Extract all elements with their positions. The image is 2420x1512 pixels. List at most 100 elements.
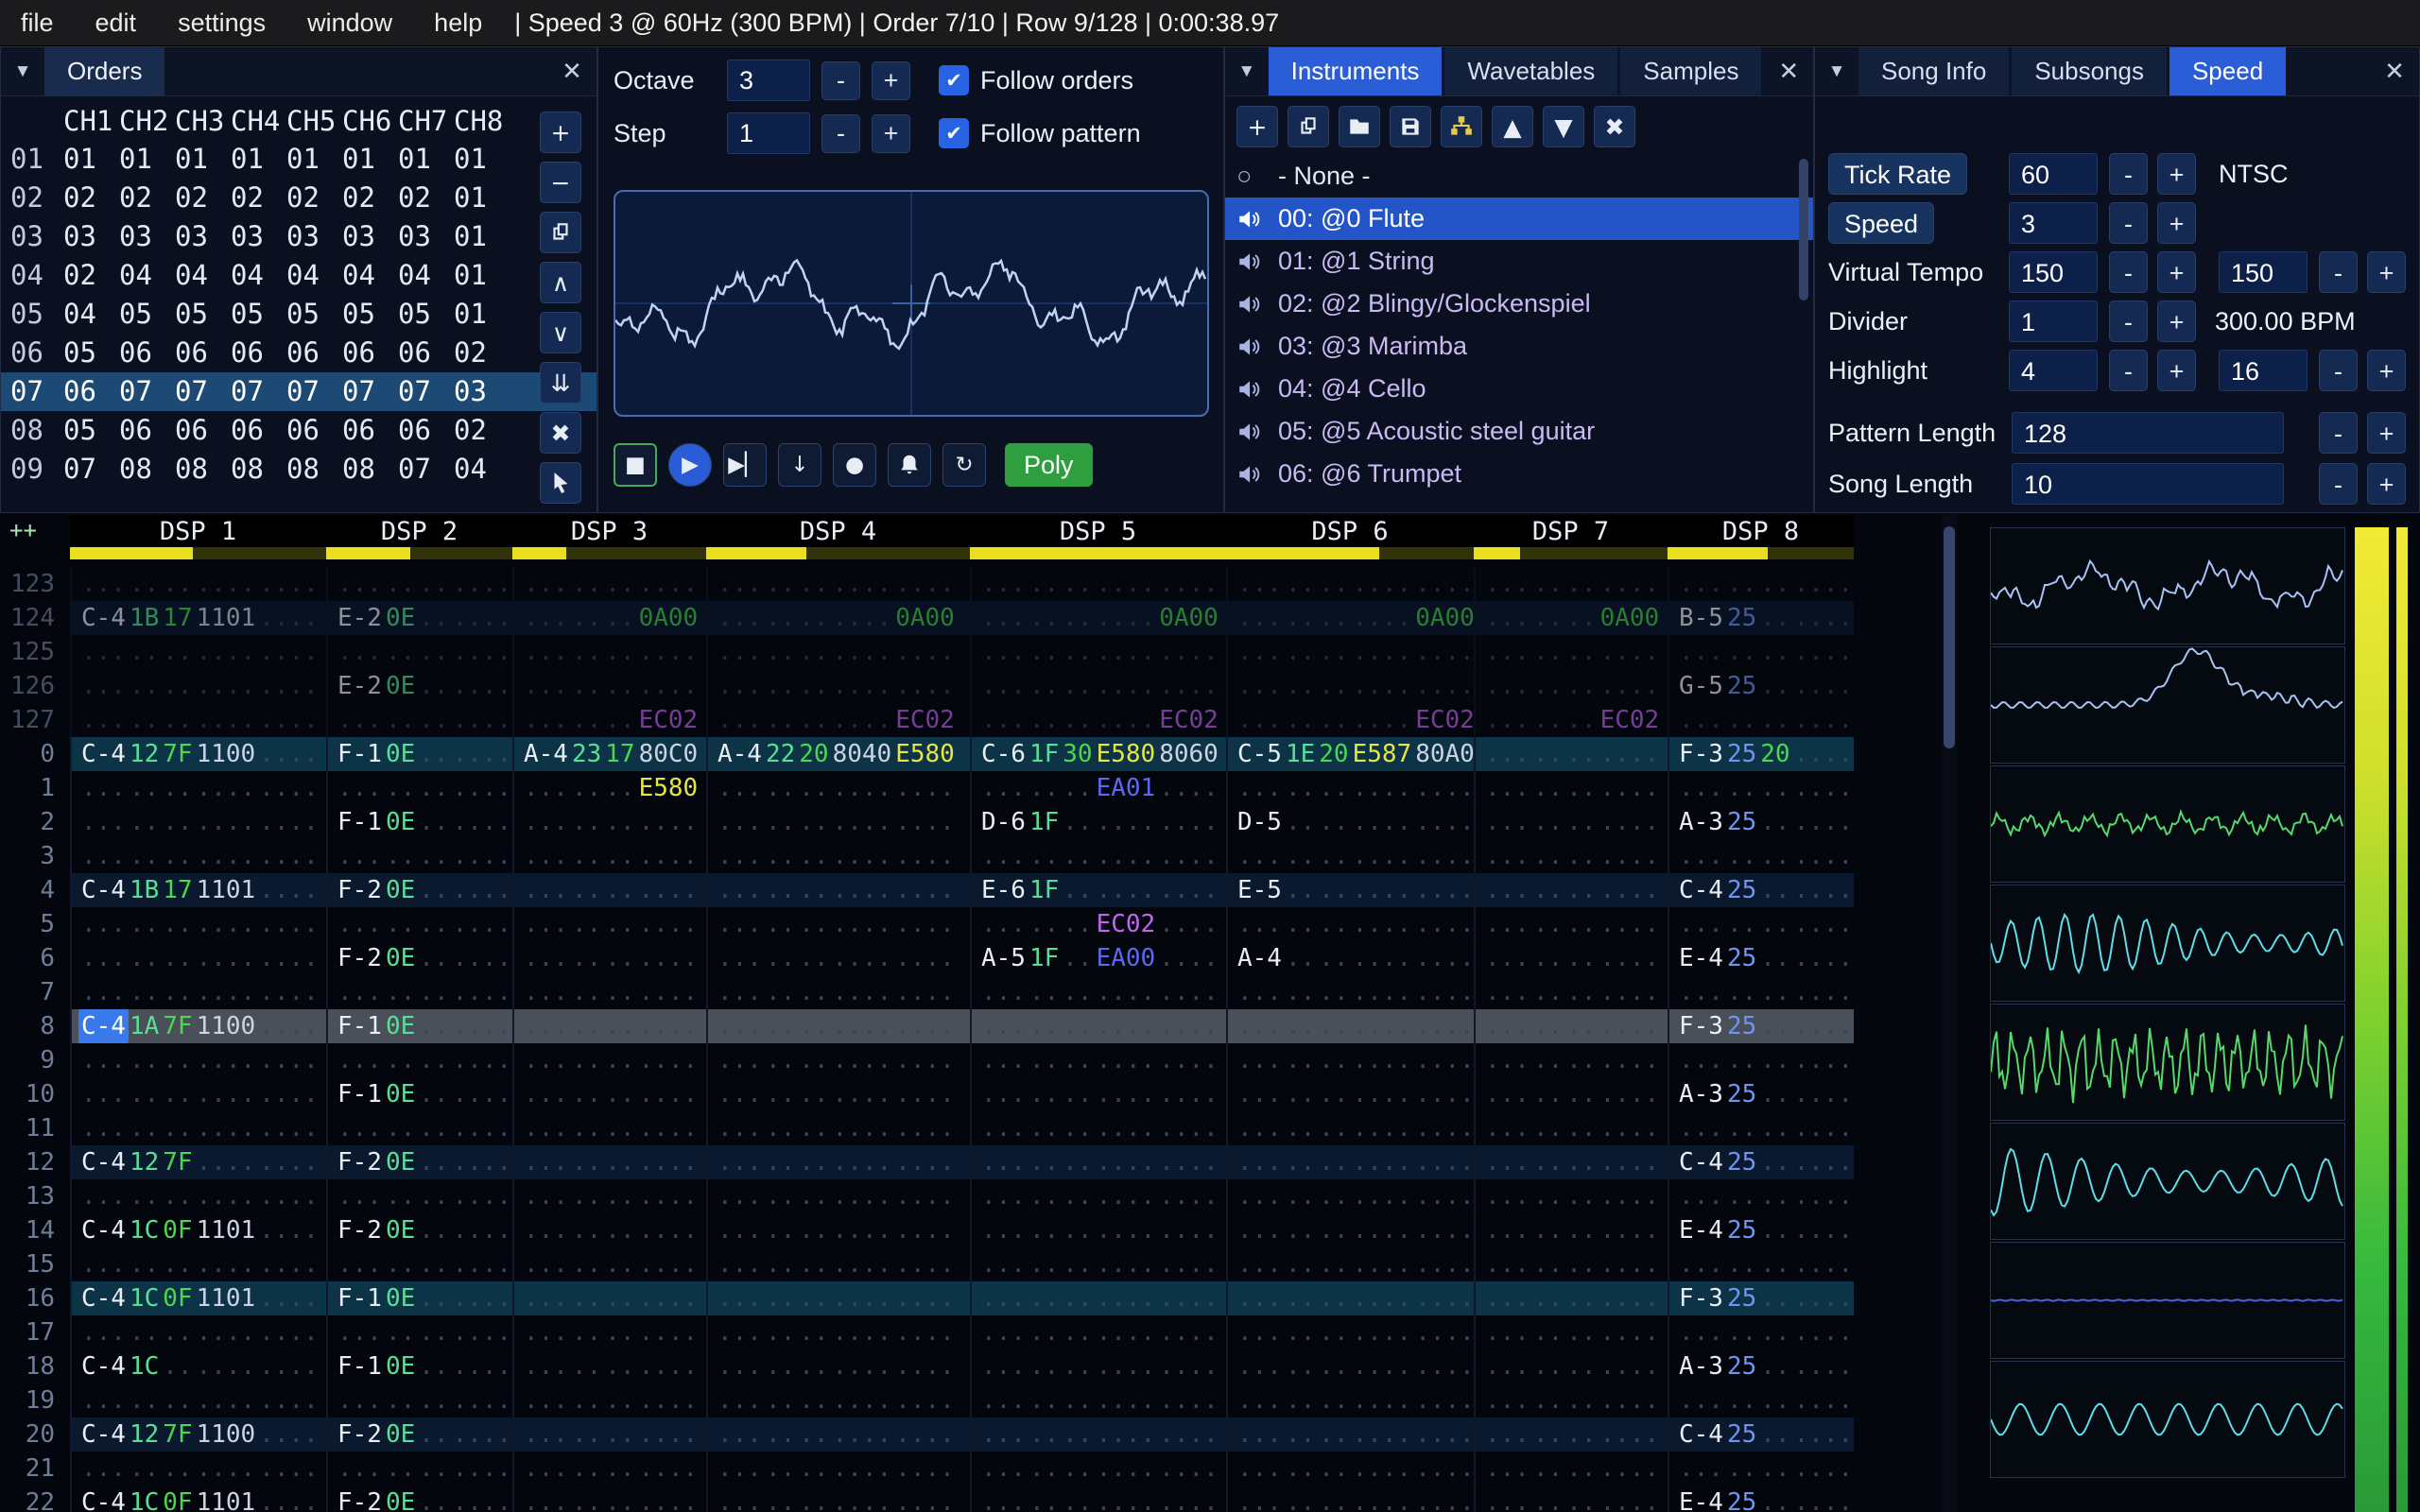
order-cell[interactable]: 02	[342, 179, 398, 217]
follow-pattern-checkbox[interactable]: ✔	[939, 118, 969, 148]
pattern-scrollbar[interactable]	[1942, 515, 1957, 1512]
pattern-cell[interactable]: ...............	[970, 1009, 1226, 1043]
pattern-cell[interactable]: ...........	[1474, 1145, 1668, 1179]
pattern-cell[interactable]: ...............	[970, 1247, 1226, 1281]
pattern-cell[interactable]: ...........	[1474, 1111, 1668, 1145]
pattern-cell[interactable]: E-6 1F..........	[970, 873, 1226, 907]
order-cell[interactable]: 08	[175, 450, 231, 489]
pattern-cell[interactable]: A-4 22 20 8040 E580	[706, 737, 970, 771]
step-increase-button[interactable]: +	[872, 113, 910, 153]
tab-wavetables[interactable]: Wavetables	[1444, 47, 1618, 95]
order-cell[interactable]: 07	[286, 372, 342, 411]
pattern-cell[interactable]: ...........	[512, 1349, 706, 1383]
pattern-cell[interactable]: F-1 0E......	[326, 737, 512, 771]
pattern-cell[interactable]: ........... EC02	[706, 703, 970, 737]
pattern-cell[interactable]: ...........	[326, 703, 512, 737]
move-order-up-button[interactable]: ∧	[540, 262, 581, 303]
menu-settings[interactable]: settings	[157, 0, 286, 46]
pattern-cell[interactable]: ...............	[1226, 1009, 1474, 1043]
pattern-cell[interactable]: ...........	[1668, 975, 1854, 1009]
pattern-cell[interactable]: ...............	[1226, 1281, 1474, 1315]
stop-button[interactable]: ■	[614, 443, 657, 487]
order-cell[interactable]: 08	[286, 450, 342, 489]
pattern-cell[interactable]: ...............	[706, 771, 970, 805]
pattern-cell[interactable]: F-1 0E......	[326, 1009, 512, 1043]
pattern-cell[interactable]: A-3 25......	[1668, 805, 1854, 839]
virtual-tempo-den-decrease-button[interactable]: -	[2319, 251, 2358, 293]
pattern-cell[interactable]: ...........	[1668, 907, 1854, 941]
pattern-cell[interactable]: F-1 0E......	[326, 1349, 512, 1383]
order-cell[interactable]: 04	[454, 450, 510, 489]
pattern-cell[interactable]: ...............	[970, 1043, 1226, 1077]
channel-header-dsp-4[interactable]: DSP 4	[706, 515, 970, 559]
pattern-cell[interactable]: C-4 12 7F........	[70, 1145, 326, 1179]
pattern-cell[interactable]: ...............	[706, 1009, 970, 1043]
pattern-cell[interactable]: ...........	[1668, 839, 1854, 873]
pattern-cell[interactable]: ...............	[706, 975, 970, 1009]
pattern-cell[interactable]: ....... 0A00	[512, 601, 706, 635]
pattern-cell[interactable]: ...............	[70, 635, 326, 669]
step-play-button[interactable]: ↓	[778, 443, 821, 487]
move-instrument-down-button[interactable]: ▼	[1543, 106, 1584, 147]
speed-input[interactable]: 3	[2009, 202, 2098, 244]
order-cell[interactable]: 01	[231, 140, 286, 179]
pattern-cell[interactable]: ...........	[326, 907, 512, 941]
pattern-cell[interactable]: ....... EC02	[1474, 703, 1668, 737]
speed-decrease-button[interactable]: -	[2109, 202, 2148, 244]
channel-header-dsp-7[interactable]: DSP 7	[1474, 515, 1668, 559]
pattern-cell[interactable]: ...........	[1474, 941, 1668, 975]
pattern-cell[interactable]: ...............	[1226, 1145, 1474, 1179]
pattern-cell[interactable]: ...........	[326, 1383, 512, 1418]
pattern-cell[interactable]: ...........	[326, 1043, 512, 1077]
pattern-cell[interactable]: ...............	[970, 1281, 1226, 1315]
order-cell[interactable]: 07	[119, 372, 175, 411]
pattern-cell[interactable]: ....... EA01....	[970, 771, 1226, 805]
pattern-cell[interactable]: D-6 1F..........	[970, 805, 1226, 839]
window-menu-icon[interactable]: ▼	[1815, 47, 1858, 95]
pattern-length-input[interactable]: 128	[2012, 412, 2284, 454]
close-icon[interactable]: ✕	[2370, 47, 2419, 95]
pattern-cell[interactable]: ...............	[970, 1145, 1226, 1179]
duplicate-instrument-button[interactable]	[1288, 106, 1329, 147]
pattern-cell[interactable]: ...............	[706, 669, 970, 703]
pattern-cell[interactable]: ...........	[326, 771, 512, 805]
order-cell[interactable]: 06	[342, 411, 398, 450]
pattern-cell[interactable]: ...............	[970, 1486, 1226, 1512]
highlight-second-decrease-button[interactable]: -	[2319, 350, 2358, 391]
pattern-cell[interactable]: ...............	[70, 1383, 326, 1418]
pattern-cell[interactable]: ...............	[706, 567, 970, 601]
pattern-cell[interactable]: ...........	[512, 1383, 706, 1418]
instrument-list-item[interactable]: 03: @3 Marimba	[1225, 325, 1813, 368]
pattern-cell[interactable]: ...............	[970, 669, 1226, 703]
order-cell[interactable]: 07	[175, 372, 231, 411]
pattern-cell[interactable]: ...............	[70, 975, 326, 1009]
pattern-cell[interactable]: E-2 0E......	[326, 601, 512, 635]
order-cell[interactable]: 06	[231, 411, 286, 450]
order-cell[interactable]: 02	[398, 179, 454, 217]
add-order-button[interactable]: +	[540, 112, 581, 153]
pattern-cell[interactable]: F-2 0E......	[326, 873, 512, 907]
pattern-cell[interactable]: F-3 25......	[1668, 1281, 1854, 1315]
pattern-cell[interactable]: A-3 25......	[1668, 1077, 1854, 1111]
order-cell[interactable]: 03	[175, 217, 231, 256]
order-shuffle-button[interactable]: ✖	[540, 412, 581, 454]
pattern-cell[interactable]: ...............	[706, 1145, 970, 1179]
order-cell[interactable]: 02	[286, 179, 342, 217]
pattern-cell[interactable]: C-4 1B 17 1101....	[70, 601, 326, 635]
pattern-cell[interactable]: ...........	[1474, 1179, 1668, 1213]
pattern-cell[interactable]: E-4 25......	[1668, 941, 1854, 975]
tab-samples[interactable]: Samples	[1620, 47, 1762, 95]
order-cell[interactable]: 05	[231, 295, 286, 334]
close-icon[interactable]: ✕	[547, 47, 596, 95]
pattern-cell[interactable]: ....... E580	[512, 771, 706, 805]
pattern-scrollbar-thumb[interactable]	[1944, 526, 1955, 748]
pattern-cell[interactable]: ...............	[1226, 839, 1474, 873]
pattern-cell[interactable]: ...........	[1668, 1043, 1854, 1077]
pattern-cell[interactable]: F-1 0E......	[326, 1281, 512, 1315]
order-cell[interactable]: 01	[286, 140, 342, 179]
highlight-first-input[interactable]: 4	[2009, 350, 2098, 391]
pattern-cell[interactable]: E-4 25......	[1668, 1486, 1854, 1512]
pattern-cell[interactable]: ...............	[706, 1247, 970, 1281]
pattern-cell[interactable]: ........... EC02	[970, 703, 1226, 737]
pattern-cell[interactable]: ...........	[1474, 1315, 1668, 1349]
